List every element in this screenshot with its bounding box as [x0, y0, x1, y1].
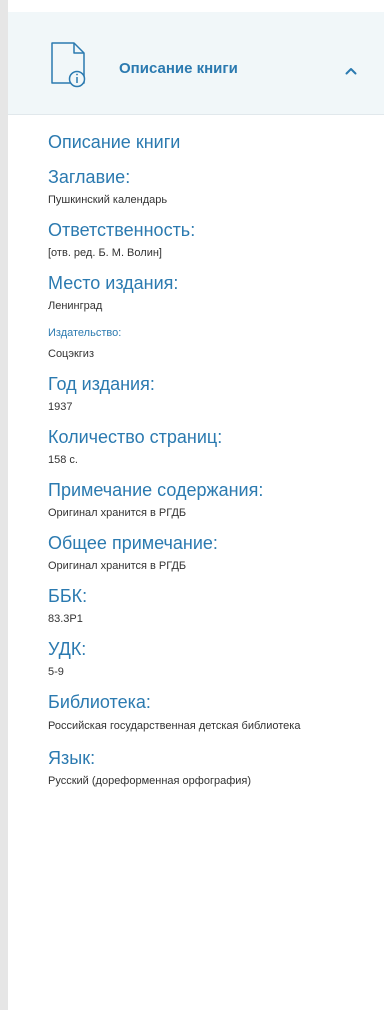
chevron-up-icon[interactable]: [345, 67, 357, 75]
field-value: Оригинал хранится в РГДБ: [48, 507, 187, 519]
field-label: Издательство:: [48, 327, 122, 339]
field-label: Год издания:: [48, 374, 155, 394]
field-value: 1937: [48, 401, 73, 413]
field-label: ББК:: [48, 586, 88, 606]
field-udk: УДК: 5-9: [48, 639, 368, 683]
field-contents-note: Примечание содержания: Оригинал хранится…: [48, 480, 368, 524]
field-label: Ответственность:: [48, 220, 196, 240]
book-description-content: Описание книги Заглавие: Пушкинский кале…: [48, 130, 368, 801]
panel-left-border: [0, 0, 8, 1010]
field-label: Примечание содержания:: [48, 480, 264, 500]
field-general-note: Общее примечание: Оригинал хранится в РГ…: [48, 533, 368, 577]
field-label: Библиотека:: [48, 692, 151, 712]
field-value: Русский (дореформенная орфография): [48, 775, 252, 787]
field-value: [отв. ред. Б. М. Волин]: [48, 247, 162, 259]
field-label: Язык:: [48, 748, 96, 768]
field-value: Оригинал хранится в РГДБ: [48, 560, 187, 572]
field-label: УДК:: [48, 639, 87, 659]
field-value: 83.3Р1: [48, 613, 83, 625]
field-bbk: ББК: 83.3Р1: [48, 586, 368, 630]
field-label: Общее примечание:: [48, 533, 218, 553]
field-value: Российская государственная детская библи…: [48, 720, 301, 732]
field-label: Количество страниц:: [48, 427, 223, 447]
field-title: Заглавие: Пушкинский календарь: [48, 167, 368, 211]
document-info-icon: [51, 42, 86, 88]
field-value: Ленинград: [48, 300, 103, 312]
field-value: Пушкинский календарь: [48, 194, 168, 206]
field-label: Место издания:: [48, 273, 179, 293]
field-pages: Количество страниц: 158 с.: [48, 427, 368, 471]
field-value: Соцэкгиз: [48, 348, 94, 360]
field-value: 5-9: [48, 666, 64, 678]
field-responsibility: Ответственность: [отв. ред. Б. М. Волин]: [48, 220, 368, 264]
field-library: Библиотека: Российская государственная д…: [48, 692, 368, 739]
field-language: Язык: Русский (дореформенная орфография): [48, 748, 368, 792]
field-value: 158 с.: [48, 454, 78, 466]
book-description-panel: Описание книги Описание книги Заглавие: …: [0, 0, 384, 1010]
field-year: Год издания: 1937: [48, 374, 368, 418]
book-description-header[interactable]: Описание книги: [8, 12, 384, 115]
section-title: Описание книги: [48, 132, 181, 152]
header-title: Описание книги: [119, 60, 238, 77]
field-publisher: Издательство: Соцэкгиз: [48, 326, 368, 365]
field-place: Место издания: Ленинград: [48, 273, 368, 317]
field-label: Заглавие:: [48, 167, 131, 187]
